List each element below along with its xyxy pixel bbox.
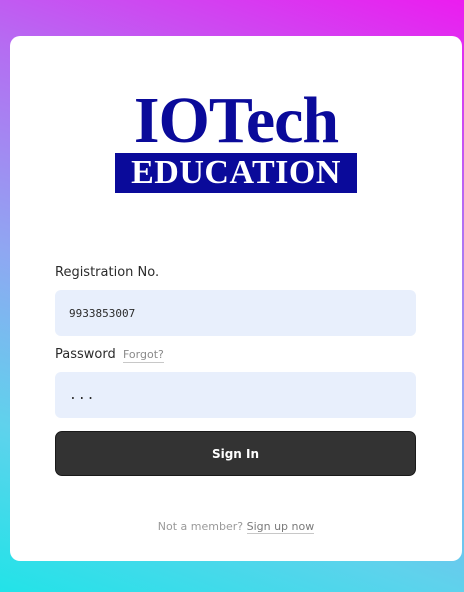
signup-prompt: Not a member? Sign up now <box>10 520 462 534</box>
sign-in-button[interactable]: Sign In <box>55 431 416 476</box>
logo-subtitle: EDUCATION <box>115 153 357 193</box>
iotech-logo: IOTech EDUCATION <box>114 84 358 193</box>
sign-up-link[interactable]: Sign up now <box>246 520 315 534</box>
signup-prompt-text: Not a member? <box>157 520 244 533</box>
registration-input[interactable] <box>55 290 416 336</box>
password-label: Password <box>55 347 116 362</box>
login-card: IOTech EDUCATION Registration No. Passwo… <box>10 36 462 561</box>
password-input[interactable] <box>55 372 416 418</box>
registration-label: Registration No. <box>55 265 160 280</box>
logo-title: IOTech <box>133 84 339 157</box>
forgot-password-link[interactable]: Forgot? <box>123 348 164 363</box>
